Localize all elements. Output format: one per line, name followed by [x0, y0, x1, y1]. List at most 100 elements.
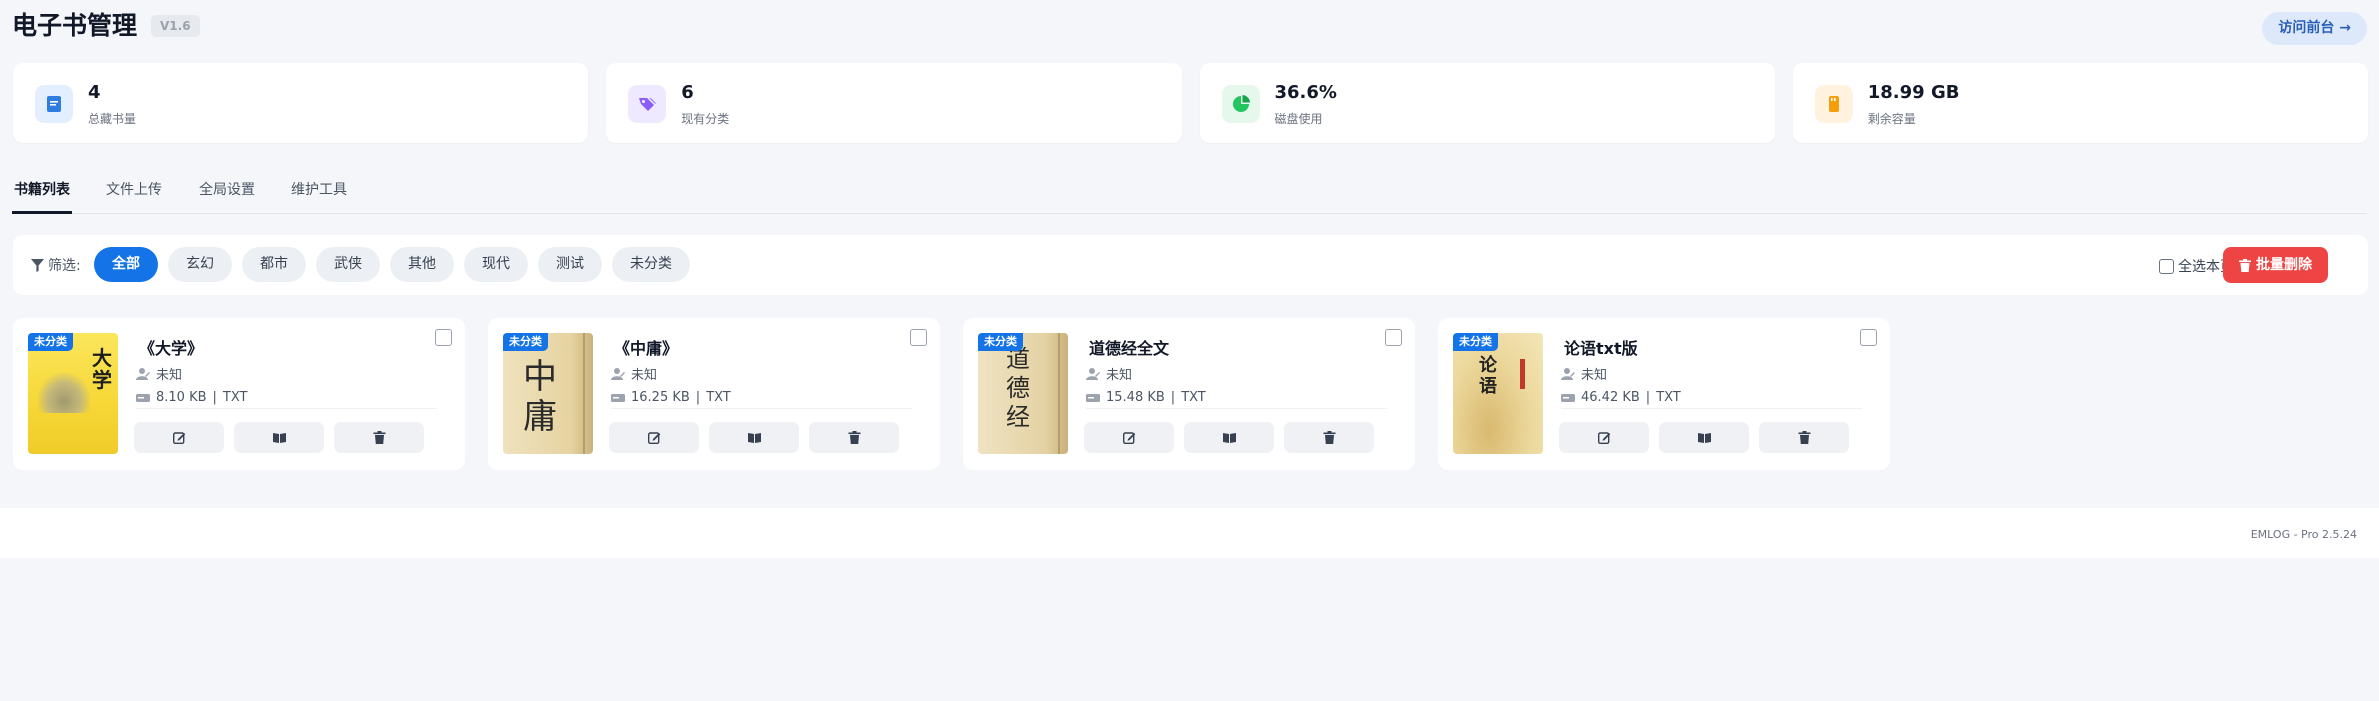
- edit-button[interactable]: [1084, 422, 1174, 453]
- category-badge: 未分类: [978, 333, 1023, 351]
- user-icon: [1561, 367, 1575, 380]
- stat-value: 6: [681, 82, 694, 103]
- book-actions: [134, 422, 424, 453]
- book-card: 未分类 大学 《大学》 未知 8.10 KB | TXT: [13, 318, 465, 470]
- author-text: 未知: [156, 368, 183, 383]
- cover-binding: [583, 333, 585, 454]
- read-button[interactable]: [1659, 422, 1749, 453]
- delete-button[interactable]: [1284, 422, 1374, 453]
- book-card: 未分类 论语 论语txt版 未知 46.42 KB | TXT: [1438, 318, 1890, 470]
- storage-icon: [1814, 85, 1853, 123]
- book-open-icon: [272, 433, 286, 443]
- trash-icon: [373, 431, 385, 444]
- chip-other[interactable]: 其他: [390, 247, 454, 282]
- page-header: 电子书管理 V1.6 访问前台 →: [12, 8, 2367, 48]
- category-badge: 未分类: [503, 333, 548, 351]
- book-select-checkbox[interactable]: [910, 329, 927, 346]
- cover-landscape: [38, 373, 90, 413]
- visit-frontend-button[interactable]: 访问前台 →: [2262, 12, 2367, 45]
- author-text: 未知: [631, 368, 658, 383]
- file-format: TXT: [1181, 390, 1206, 405]
- cover-title: 中庸: [523, 357, 557, 437]
- edit-icon: [1122, 432, 1135, 444]
- book-cover[interactable]: 未分类 道德经: [978, 333, 1068, 454]
- trash-icon: [848, 431, 860, 444]
- book-grid: 未分类 大学 《大学》 未知 8.10 KB | TXT 未分类 中庸 《中庸》…: [13, 318, 1890, 470]
- divider: [611, 408, 912, 409]
- book-title[interactable]: 《大学》: [139, 335, 203, 359]
- stat-label: 现有分类: [681, 112, 730, 126]
- edit-button[interactable]: [134, 422, 224, 453]
- chip-all[interactable]: 全部: [94, 247, 158, 282]
- divider: [136, 408, 437, 409]
- book-cover[interactable]: 未分类 中庸: [503, 333, 593, 454]
- edit-icon: [172, 432, 185, 444]
- book-card: 未分类 道德经 道德经全文 未知 15.48 KB | TXT: [963, 318, 1415, 470]
- tab-global-settings[interactable]: 全局设置: [197, 170, 257, 214]
- pie-chart-icon: [1221, 85, 1260, 123]
- filter-label-text: 筛选:: [48, 258, 81, 274]
- tab-maintenance-tools[interactable]: 维护工具: [289, 170, 349, 214]
- version-badge: V1.6: [151, 15, 200, 37]
- stat-label: 总藏书量: [88, 112, 137, 126]
- book-open-icon: [1222, 433, 1236, 443]
- select-all-checkbox[interactable]: [2159, 258, 2174, 274]
- user-icon: [136, 367, 150, 380]
- stat-card-categories: 6 现有分类: [606, 63, 1182, 143]
- file-format: TXT: [706, 390, 731, 405]
- cover-binding: [1058, 333, 1060, 454]
- trash-icon: [1323, 431, 1335, 444]
- tab-book-list[interactable]: 书籍列表: [12, 170, 72, 214]
- author-text: 未知: [1106, 368, 1133, 383]
- book-select-checkbox[interactable]: [1385, 329, 1402, 346]
- read-button[interactable]: [1184, 422, 1274, 453]
- book-file-info: 46.42 KB | TXT: [1561, 390, 1681, 405]
- stat-value: 4: [88, 82, 101, 103]
- chip-wuxia[interactable]: 武侠: [316, 247, 380, 282]
- file-format: TXT: [222, 390, 248, 405]
- tab-bar: 书籍列表 文件上传 全局设置 维护工具: [12, 170, 2367, 214]
- delete-button[interactable]: [334, 422, 424, 453]
- chip-test[interactable]: 测试: [538, 247, 602, 282]
- book-author: 未知: [1561, 364, 1607, 383]
- stat-card-total-books: 4 总藏书量: [13, 63, 589, 143]
- bulk-delete-button[interactable]: 批量删除: [2223, 247, 2328, 283]
- chip-uncategorized[interactable]: 未分类: [612, 247, 690, 282]
- category-badge: 未分类: [1453, 333, 1498, 351]
- category-badge: 未分类: [28, 333, 73, 351]
- cover-seal: [1520, 359, 1525, 389]
- cover-title: 论语: [1479, 355, 1497, 397]
- chip-xuanhuan[interactable]: 玄幻: [168, 247, 232, 282]
- category-chips: 全部 玄幻 都市 武侠 其他 现代 测试 未分类: [94, 247, 690, 282]
- book-select-checkbox[interactable]: [435, 329, 452, 346]
- filter-icon: [31, 258, 44, 272]
- book-title[interactable]: 道德经全文: [1089, 335, 1169, 359]
- book-icon: [35, 85, 73, 123]
- edit-icon: [1597, 432, 1610, 444]
- chip-dushi[interactable]: 都市: [242, 247, 306, 282]
- book-actions: [1559, 422, 1849, 453]
- chip-modern[interactable]: 现代: [464, 247, 528, 282]
- book-select-checkbox[interactable]: [1860, 329, 1877, 346]
- delete-button[interactable]: [809, 422, 899, 453]
- edit-button[interactable]: [609, 422, 699, 453]
- file-size: 8.10 KB: [156, 390, 207, 405]
- delete-button[interactable]: [1759, 422, 1849, 453]
- book-open-icon: [1697, 433, 1711, 443]
- divider: [1086, 408, 1387, 409]
- book-cover[interactable]: 未分类 论语: [1453, 333, 1543, 454]
- cover-title: 道德经: [1006, 345, 1030, 431]
- book-card: 未分类 中庸 《中庸》 未知 16.25 KB | TXT: [488, 318, 940, 470]
- book-title[interactable]: 《中庸》: [614, 335, 678, 359]
- footer-version: EMLOG - Pro 2.5.24: [2250, 528, 2357, 541]
- user-icon: [611, 367, 625, 380]
- read-button[interactable]: [234, 422, 324, 453]
- read-button[interactable]: [709, 422, 799, 453]
- hard-drive-icon: [1561, 393, 1575, 402]
- edit-button[interactable]: [1559, 422, 1649, 453]
- hard-drive-icon: [611, 393, 625, 402]
- book-title[interactable]: 论语txt版: [1564, 335, 1638, 359]
- tab-file-upload[interactable]: 文件上传: [104, 170, 164, 214]
- file-format: TXT: [1656, 390, 1681, 405]
- book-cover[interactable]: 未分类 大学: [28, 333, 118, 454]
